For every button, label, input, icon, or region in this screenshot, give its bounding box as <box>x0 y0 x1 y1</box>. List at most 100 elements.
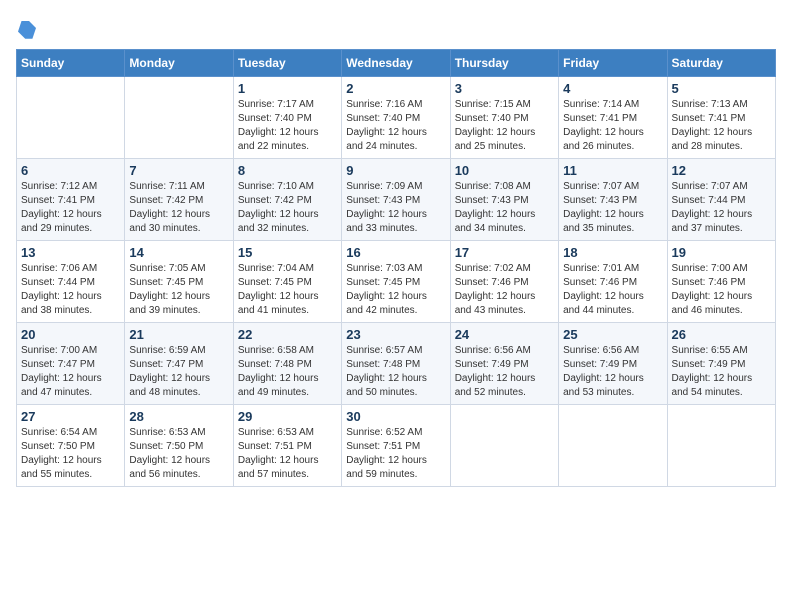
calendar-cell: 20 Sunrise: 7:00 AM Sunset: 7:47 PM Dayli… <box>17 323 125 405</box>
calendar-cell <box>559 405 667 487</box>
calendar-cell: 13 Sunrise: 7:06 AM Sunset: 7:44 PM Dayli… <box>17 241 125 323</box>
day-number: 29 <box>238 409 337 424</box>
calendar-cell: 19 Sunrise: 7:00 AM Sunset: 7:46 PM Dayli… <box>667 241 775 323</box>
calendar-week-5: 27 Sunrise: 6:54 AM Sunset: 7:50 PM Dayli… <box>17 405 776 487</box>
calendar-week-1: 1 Sunrise: 7:17 AM Sunset: 7:40 PM Daylig… <box>17 77 776 159</box>
day-number: 25 <box>563 327 662 342</box>
calendar-cell: 26 Sunrise: 6:55 AM Sunset: 7:49 PM Dayli… <box>667 323 775 405</box>
calendar-cell: 22 Sunrise: 6:58 AM Sunset: 7:48 PM Dayli… <box>233 323 341 405</box>
calendar-cell: 29 Sunrise: 6:53 AM Sunset: 7:51 PM Dayli… <box>233 405 341 487</box>
calendar-cell: 14 Sunrise: 7:05 AM Sunset: 7:45 PM Dayli… <box>125 241 233 323</box>
day-detail: Sunrise: 7:05 AM Sunset: 7:45 PM Dayligh… <box>129 262 228 318</box>
day-detail: Sunrise: 6:52 AM Sunset: 7:51 PM Dayligh… <box>346 426 445 482</box>
day-number: 9 <box>346 163 445 178</box>
day-detail: Sunrise: 7:04 AM Sunset: 7:45 PM Dayligh… <box>238 262 337 318</box>
day-number: 6 <box>21 163 120 178</box>
calendar-cell: 9 Sunrise: 7:09 AM Sunset: 7:43 PM Daylig… <box>342 159 450 241</box>
day-number: 20 <box>21 327 120 342</box>
calendar-cell: 28 Sunrise: 6:53 AM Sunset: 7:50 PM Dayli… <box>125 405 233 487</box>
logo-icon <box>18 21 36 39</box>
calendar-header-wednesday: Wednesday <box>342 50 450 77</box>
day-number: 16 <box>346 245 445 260</box>
day-detail: Sunrise: 7:03 AM Sunset: 7:45 PM Dayligh… <box>346 262 445 318</box>
day-number: 21 <box>129 327 228 342</box>
calendar-cell: 10 Sunrise: 7:08 AM Sunset: 7:43 PM Dayli… <box>450 159 558 241</box>
day-detail: Sunrise: 7:09 AM Sunset: 7:43 PM Dayligh… <box>346 180 445 236</box>
calendar-cell: 16 Sunrise: 7:03 AM Sunset: 7:45 PM Dayli… <box>342 241 450 323</box>
day-detail: Sunrise: 7:17 AM Sunset: 7:40 PM Dayligh… <box>238 98 337 154</box>
calendar-cell <box>125 77 233 159</box>
calendar-header-friday: Friday <box>559 50 667 77</box>
day-detail: Sunrise: 7:08 AM Sunset: 7:43 PM Dayligh… <box>455 180 554 236</box>
day-detail: Sunrise: 7:14 AM Sunset: 7:41 PM Dayligh… <box>563 98 662 154</box>
calendar-cell: 24Sunrise: 6:56 AM Sunset: 7:49 PM Dayli… <box>450 323 558 405</box>
calendar-cell: 11 Sunrise: 7:07 AM Sunset: 7:43 PM Dayli… <box>559 159 667 241</box>
day-number: 15 <box>238 245 337 260</box>
calendar-header-monday: Monday <box>125 50 233 77</box>
day-detail: Sunrise: 6:53 AM Sunset: 7:50 PM Dayligh… <box>129 426 228 482</box>
calendar-header-tuesday: Tuesday <box>233 50 341 77</box>
day-detail: Sunrise: 6:59 AM Sunset: 7:47 PM Dayligh… <box>129 344 228 400</box>
calendar-cell: 2 Sunrise: 7:16 AM Sunset: 7:40 PM Daylig… <box>342 77 450 159</box>
calendar-week-4: 20 Sunrise: 7:00 AM Sunset: 7:47 PM Dayli… <box>17 323 776 405</box>
day-number: 10 <box>455 163 554 178</box>
calendar-cell <box>667 405 775 487</box>
day-detail: Sunrise: 6:56 AM Sunset: 7:49 PM Dayligh… <box>563 344 662 400</box>
calendar-cell: 8 Sunrise: 7:10 AM Sunset: 7:42 PM Daylig… <box>233 159 341 241</box>
day-detail: Sunrise: 7:01 AM Sunset: 7:46 PM Dayligh… <box>563 262 662 318</box>
day-number: 24 <box>455 327 554 342</box>
calendar-header-sunday: Sunday <box>17 50 125 77</box>
calendar-cell: 6Sunrise: 7:12 AM Sunset: 7:41 PM Daylig… <box>17 159 125 241</box>
day-number: 14 <box>129 245 228 260</box>
day-number: 4 <box>563 81 662 96</box>
day-detail: Sunrise: 6:53 AM Sunset: 7:51 PM Dayligh… <box>238 426 337 482</box>
day-detail: Sunrise: 6:57 AM Sunset: 7:48 PM Dayligh… <box>346 344 445 400</box>
day-number: 8 <box>238 163 337 178</box>
page-header <box>16 16 776 39</box>
day-number: 23 <box>346 327 445 342</box>
day-number: 27 <box>21 409 120 424</box>
calendar-header-thursday: Thursday <box>450 50 558 77</box>
calendar-cell: 21 Sunrise: 6:59 AM Sunset: 7:47 PM Dayli… <box>125 323 233 405</box>
day-detail: Sunrise: 7:16 AM Sunset: 7:40 PM Dayligh… <box>346 98 445 154</box>
day-detail: Sunrise: 7:15 AM Sunset: 7:40 PM Dayligh… <box>455 98 554 154</box>
day-number: 22 <box>238 327 337 342</box>
calendar-cell: 4 Sunrise: 7:14 AM Sunset: 7:41 PM Daylig… <box>559 77 667 159</box>
logo-top <box>16 16 36 39</box>
calendar-cell: 25 Sunrise: 6:56 AM Sunset: 7:49 PM Dayli… <box>559 323 667 405</box>
calendar-cell: 30 Sunrise: 6:52 AM Sunset: 7:51 PM Dayli… <box>342 405 450 487</box>
calendar-header-row: SundayMondayTuesdayWednesdayThursdayFrid… <box>17 50 776 77</box>
calendar-cell <box>450 405 558 487</box>
calendar-cell: 15 Sunrise: 7:04 AM Sunset: 7:45 PM Dayli… <box>233 241 341 323</box>
day-detail: Sunrise: 7:00 AM Sunset: 7:46 PM Dayligh… <box>672 262 771 318</box>
day-detail: Sunrise: 7:07 AM Sunset: 7:43 PM Dayligh… <box>563 180 662 236</box>
day-number: 7 <box>129 163 228 178</box>
calendar-cell: 17Sunrise: 7:02 AM Sunset: 7:46 PM Dayli… <box>450 241 558 323</box>
calendar-cell: 7 Sunrise: 7:11 AM Sunset: 7:42 PM Daylig… <box>125 159 233 241</box>
day-number: 13 <box>21 245 120 260</box>
day-number: 26 <box>672 327 771 342</box>
calendar-week-2: 6Sunrise: 7:12 AM Sunset: 7:41 PM Daylig… <box>17 159 776 241</box>
day-number: 11 <box>563 163 662 178</box>
day-number: 19 <box>672 245 771 260</box>
day-number: 28 <box>129 409 228 424</box>
calendar-week-3: 13 Sunrise: 7:06 AM Sunset: 7:44 PM Dayli… <box>17 241 776 323</box>
calendar-cell: 23 Sunrise: 6:57 AM Sunset: 7:48 PM Dayli… <box>342 323 450 405</box>
day-detail: Sunrise: 7:06 AM Sunset: 7:44 PM Dayligh… <box>21 262 120 318</box>
day-number: 30 <box>346 409 445 424</box>
day-number: 5 <box>672 81 771 96</box>
day-detail: Sunrise: 7:13 AM Sunset: 7:41 PM Dayligh… <box>672 98 771 154</box>
day-detail: Sunrise: 7:00 AM Sunset: 7:47 PM Dayligh… <box>21 344 120 400</box>
day-detail: Sunrise: 7:11 AM Sunset: 7:42 PM Dayligh… <box>129 180 228 236</box>
logo <box>16 16 36 39</box>
calendar-cell: 3Sunrise: 7:15 AM Sunset: 7:40 PM Daylig… <box>450 77 558 159</box>
day-number: 17 <box>455 245 554 260</box>
day-number: 1 <box>238 81 337 96</box>
calendar-cell: 5 Sunrise: 7:13 AM Sunset: 7:41 PM Daylig… <box>667 77 775 159</box>
day-detail: Sunrise: 7:10 AM Sunset: 7:42 PM Dayligh… <box>238 180 337 236</box>
day-detail: Sunrise: 6:58 AM Sunset: 7:48 PM Dayligh… <box>238 344 337 400</box>
day-detail: Sunrise: 6:55 AM Sunset: 7:49 PM Dayligh… <box>672 344 771 400</box>
day-detail: Sunrise: 6:54 AM Sunset: 7:50 PM Dayligh… <box>21 426 120 482</box>
day-number: 2 <box>346 81 445 96</box>
calendar-cell <box>17 77 125 159</box>
